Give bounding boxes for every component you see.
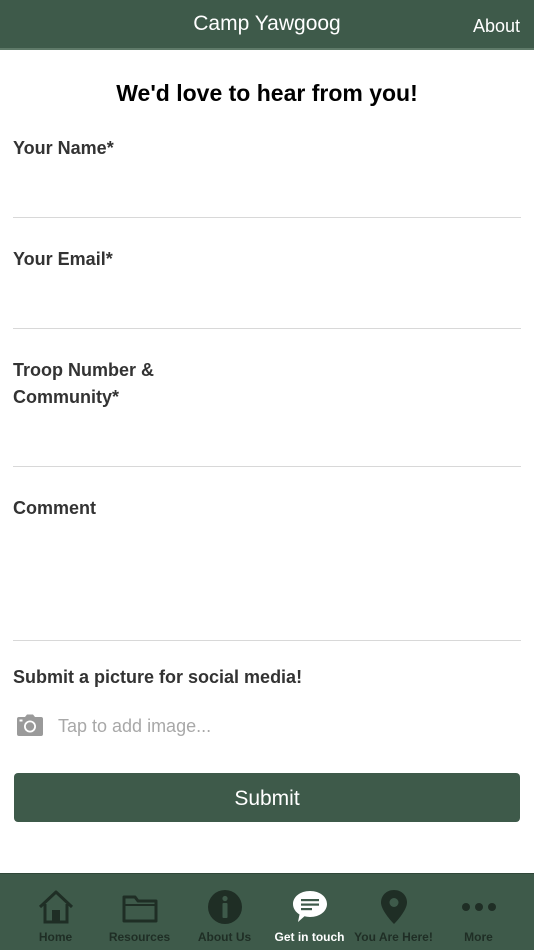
chat-icon [292, 891, 327, 922]
tab-more[interactable]: More [436, 874, 521, 951]
tab-about-us-label: About Us [197, 930, 252, 944]
more-icon [461, 903, 496, 911]
troop-field[interactable] [13, 418, 521, 467]
tab-bar: Home Resources About Us Get in touch You… [0, 873, 534, 950]
comment-textarea[interactable] [13, 530, 521, 640]
tab-resources[interactable]: Resources [97, 874, 182, 951]
picture-label: Submit a picture for social media! [13, 667, 303, 687]
about-link[interactable]: About [473, 14, 520, 38]
tab-home-label: Home [38, 930, 73, 944]
troop-label-line2: Community* [13, 387, 120, 407]
name-field[interactable] [13, 170, 521, 218]
form-heading: We'd love to hear from you! [116, 80, 418, 106]
home-icon [38, 890, 73, 924]
email-input[interactable] [13, 281, 521, 328]
tab-resources-label: Resources [108, 930, 171, 944]
tab-you-are-here-label: You Are Here! [354, 930, 433, 944]
email-label: Your Email* [13, 249, 113, 269]
troop-input[interactable] [13, 418, 521, 466]
folder-icon [122, 895, 157, 923]
tab-home[interactable]: Home [13, 874, 98, 951]
tab-you-are-here[interactable]: You Are Here! [351, 874, 436, 951]
submit-button[interactable]: Submit [14, 773, 520, 822]
camera-icon [17, 714, 43, 736]
image-placeholder: Tap to add image... [58, 716, 212, 736]
tab-more-label: More [464, 930, 493, 944]
info-icon [207, 890, 242, 924]
comment-field[interactable] [13, 530, 521, 641]
comment-label: Comment [13, 498, 97, 518]
app-header: Camp Yawgoog About [0, 0, 534, 50]
add-image-row[interactable]: Tap to add image... [13, 706, 521, 746]
troop-label-line1: Troop Number & [13, 360, 155, 380]
app-title: Camp Yawgoog [193, 12, 341, 35]
name-label: Your Name* [13, 138, 114, 158]
name-input[interactable] [13, 170, 521, 217]
tab-get-in-touch[interactable]: Get in touch [267, 874, 352, 951]
tab-get-in-touch-label: Get in touch [274, 930, 345, 944]
tab-about-us[interactable]: About Us [182, 874, 267, 951]
email-field[interactable] [13, 281, 521, 329]
map-pin-icon [380, 890, 407, 924]
